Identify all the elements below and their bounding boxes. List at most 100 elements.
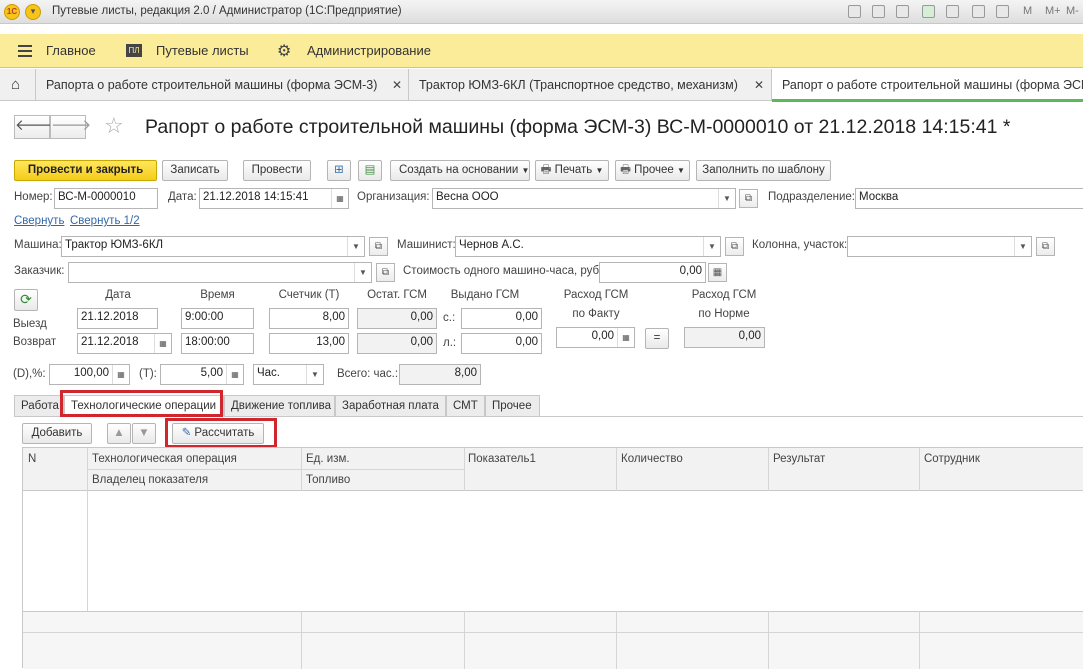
create-based-button[interactable]: Создать на основании ▼ [390,160,530,181]
exit-date-field[interactable]: 21.12.2018 [77,308,158,329]
chevron-down-icon[interactable]: ▼ [347,237,364,256]
back-button[interactable]: 🡐 [14,115,55,139]
tab-current-report-label: Рапорт о работе строительной машины (фор… [782,78,1083,92]
main-menu-icon[interactable]: ▾ [25,4,41,20]
fuel-norm-field: 0,00 [684,327,765,348]
tab-smt[interactable]: СМТ [446,395,485,417]
return-fuel-issued-field[interactable]: 0,00 [461,333,542,354]
open-icon[interactable]: ⧉ [369,237,388,256]
calculator-icon[interactable]: ▦ [708,263,727,282]
chevron-down-icon[interactable]: ▼ [718,189,735,208]
exit-issued-prefix: с.: [443,312,456,324]
tab-salary[interactable]: Заработная плата [335,395,446,417]
close-icon[interactable]: ✕ [754,78,764,92]
tab-reports-list[interactable]: Рапорта о работе строительной машины (фо… [36,69,409,101]
machine-field[interactable]: Трактор ЮМЗ-6КЛ ▼ [61,236,365,257]
preview-icon[interactable] [896,5,909,18]
dept-field[interactable]: Москва [855,188,1083,209]
fuel-fact-field[interactable]: 0,00 ▦ [556,327,635,348]
col-header-counter: Счетчик (Т) [278,289,340,301]
hour-cost-field[interactable]: 0,00 [599,262,706,283]
unit-value: Час. [257,367,281,379]
chevron-down-icon: ▼ [676,166,685,175]
tab-reports-list-label: Рапорта о работе строительной машины (фо… [46,78,378,92]
return-time-field[interactable]: 18:00:00 [181,333,254,354]
save-button[interactable]: Записать [162,160,228,181]
exit-fuel-issued-field[interactable]: 0,00 [461,308,542,329]
col-divider [768,448,769,491]
structure-icon[interactable]: ⊞ [327,160,351,181]
m-plus-button[interactable]: M+ [1045,5,1061,17]
exit-time-field[interactable]: 9:00:00 [181,308,254,329]
add-button[interactable]: Добавить [22,423,92,444]
calendar-icon[interactable] [996,5,1009,18]
journal-icon[interactable]: ▤ [358,160,382,181]
d-value: 100,00 [73,367,109,379]
print-button[interactable]: 🖶 Печать ▼ [535,160,609,181]
t-field[interactable]: 5,00 ▦ [160,364,244,385]
post-and-close-button[interactable]: Провести и закрыть [14,160,157,181]
fuel-fact-value: 0,00 [591,330,614,342]
header-divider [87,469,464,470]
calendar-icon[interactable]: ▦ [331,189,348,208]
open-icon[interactable]: ⧉ [1036,237,1055,256]
m-button[interactable]: M [1023,5,1032,17]
forward-button[interactable]: 🡒 [50,115,91,139]
exit-counter-field[interactable]: 8,00 [269,308,349,329]
tab-tractor[interactable]: Трактор ЮМЗ-6КЛ (Транспортное средство, … [409,69,772,101]
date-value: 21.12.2018 14:15:41 [203,191,309,203]
footer-divider [23,632,1083,633]
close-icon[interactable]: ✕ [392,78,402,92]
equals-button[interactable]: = [645,328,669,349]
return-counter-field[interactable]: 13,00 [269,333,349,354]
col-header-fuel-norm-sub: по Норме [698,308,750,320]
tab-current-report[interactable]: Рапорт о работе строительной машины (фор… [772,69,1083,102]
exit-label: Выезд [13,318,47,330]
driver-field[interactable]: Чернов А.С. ▼ [455,236,721,257]
chevron-down-icon[interactable]: ▼ [354,263,371,282]
unit-field[interactable]: Час. ▼ [253,364,324,385]
m-minus-button[interactable]: M- [1066,5,1079,17]
fill-template-button[interactable]: Заполнить по шаблону [696,160,831,181]
chevron-down-icon[interactable]: ▼ [1014,237,1031,256]
col-header-fuel-issued: Выдано ГСМ [450,289,520,301]
post-button[interactable]: Провести [243,160,311,181]
d-field[interactable]: 100,00 ▦ [49,364,130,385]
customer-field[interactable]: ▼ [68,262,372,283]
home-icon[interactable]: ⌂ [0,69,36,101]
open-icon[interactable]: ⧉ [739,189,758,208]
upload-icon[interactable] [922,5,935,18]
move-up-icon[interactable]: ▲ [107,423,131,444]
open-icon[interactable]: ⧉ [376,263,395,282]
print-icon[interactable] [872,5,885,18]
driver-value: Чернов А.С. [459,239,524,251]
column-field[interactable]: ▼ [847,236,1032,257]
number-field[interactable]: ВС-М-0000010 [54,188,158,209]
other-button[interactable]: 🖶 Прочее ▼ [615,160,690,181]
collapse-link[interactable]: Свернуть [14,215,64,227]
calculator-icon[interactable]: ▦ [617,328,634,347]
tab-fuel-movement[interactable]: Движение топлива [224,395,335,417]
save-icon[interactable] [848,5,861,18]
return-label: Возврат [13,336,57,348]
tab-work[interactable]: Работа [14,395,64,417]
link-icon[interactable] [946,5,959,18]
calendar-icon[interactable]: ▦ [154,334,171,353]
chevron-down-icon[interactable]: ▼ [306,365,323,384]
tab-other[interactable]: Прочее [485,395,540,417]
favorite-star-icon[interactable]: ☆ [104,113,124,139]
col-header-fuel-norm: Расход ГСМ [691,289,757,301]
waybill-icon: ПЛ [126,44,142,57]
return-date-field[interactable]: 21.12.2018 ▦ [77,333,172,354]
calculator-icon[interactable]: ▦ [226,365,243,384]
table-icon[interactable] [972,5,985,18]
open-icon[interactable]: ⧉ [725,237,744,256]
date-field[interactable]: 21.12.2018 14:15:41 ▦ [199,188,349,209]
move-down-icon[interactable]: ▼ [132,423,156,444]
org-field[interactable]: Весна ООО ▼ [432,188,736,209]
operations-table[interactable]: N Технологическая операция Ед. изм. Пока… [22,447,1083,669]
chevron-down-icon[interactable]: ▼ [703,237,720,256]
collapse-half-link[interactable]: Свернуть 1/2 [70,215,140,227]
refresh-icon[interactable]: ⟳ [14,289,38,311]
calculator-icon[interactable]: ▦ [112,365,129,384]
